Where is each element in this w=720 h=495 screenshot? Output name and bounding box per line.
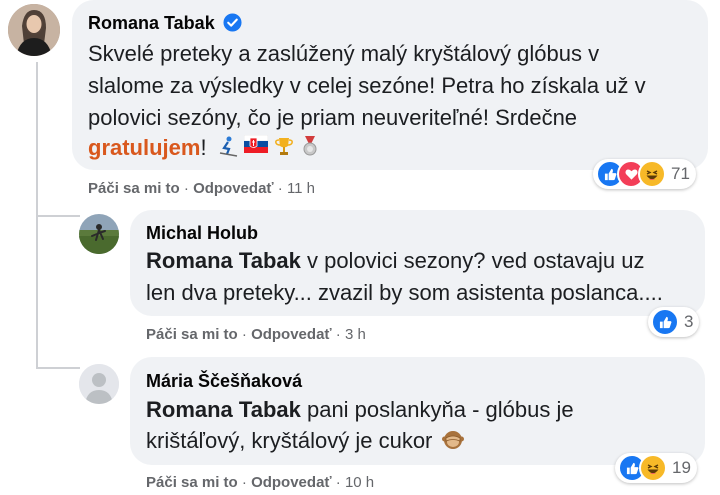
avatar[interactable] <box>79 364 119 404</box>
thread-connector <box>36 215 80 217</box>
avatar[interactable] <box>79 214 119 254</box>
verified-badge-icon <box>223 13 242 37</box>
timestamp[interactable]: 3 h <box>345 326 366 343</box>
haha-icon <box>638 160 666 188</box>
reply-link[interactable]: Odpovedať <box>251 474 332 491</box>
comment-text-line: Romana Tabak pani poslankyňa - glóbus je <box>146 397 574 422</box>
comment-text-line: len dva preteky... zvazil by som asisten… <box>146 280 663 305</box>
reply-link[interactable]: Odpovedať <box>251 326 332 343</box>
comment-text-line: gratulujem! <box>88 132 320 164</box>
medal-emoji-icon <box>303 136 317 156</box>
skier-emoji-icon <box>219 136 237 157</box>
hashtag-link[interactable]: gratulujem <box>88 135 200 160</box>
slovakia-flag-icon <box>243 135 268 153</box>
timestamp[interactable]: 11 h <box>287 180 315 197</box>
comment-text-line: krištáľový, kryštálový je cukor <box>146 425 465 460</box>
comment-actions: Páči sa mi to · Odpovedať · 10 h <box>146 474 375 491</box>
haha-icon <box>639 454 667 482</box>
comment-text-line: slalome za výsledky v celej sezóne! Petr… <box>88 73 646 98</box>
trophy-emoji-icon <box>274 138 293 155</box>
reaction-count: 3 <box>684 312 694 331</box>
like-icon <box>651 308 679 336</box>
avatar[interactable] <box>8 4 60 56</box>
comment-actions: Páči sa mi to · Odpovedať · 3 h <box>146 326 366 343</box>
reaction-summary[interactable]: 19 <box>615 453 697 483</box>
reply-link[interactable]: Odpovedať <box>193 180 274 197</box>
reaction-summary[interactable]: 3 <box>648 307 700 337</box>
comment-text-line: polovici sezóny, čo je priam neuveriteľn… <box>88 105 578 130</box>
mention-link[interactable]: Romana Tabak <box>146 248 301 273</box>
mention-link[interactable]: Romana Tabak <box>146 397 301 422</box>
like-link[interactable]: Páči sa mi to <box>146 326 238 343</box>
comment-actions: Páči sa mi to · Odpovedať · 11 h <box>88 180 316 197</box>
timestamp[interactable]: 10 h <box>345 474 374 491</box>
reaction-count: 71 <box>671 164 690 183</box>
like-link[interactable]: Páči sa mi to <box>88 180 180 197</box>
comment-text-line: Skvelé preteky a zaslúžený malý kryštálo… <box>88 41 600 66</box>
thread-connector <box>36 367 80 369</box>
see-no-evil-monkey-emoji-icon <box>441 427 465 460</box>
emoji-row <box>217 135 320 157</box>
reaction-count: 19 <box>672 458 691 477</box>
comment-text-line: Romana Tabak v polovici sezony? ved osta… <box>146 248 645 273</box>
comment-author[interactable]: Romana Tabak <box>88 12 242 37</box>
reaction-summary[interactable]: 71 <box>593 159 696 189</box>
like-link[interactable]: Páči sa mi to <box>146 474 238 491</box>
comment-author[interactable]: Michal Holub <box>146 222 258 244</box>
comment-author[interactable]: Mária Ščešňaková <box>146 370 302 392</box>
